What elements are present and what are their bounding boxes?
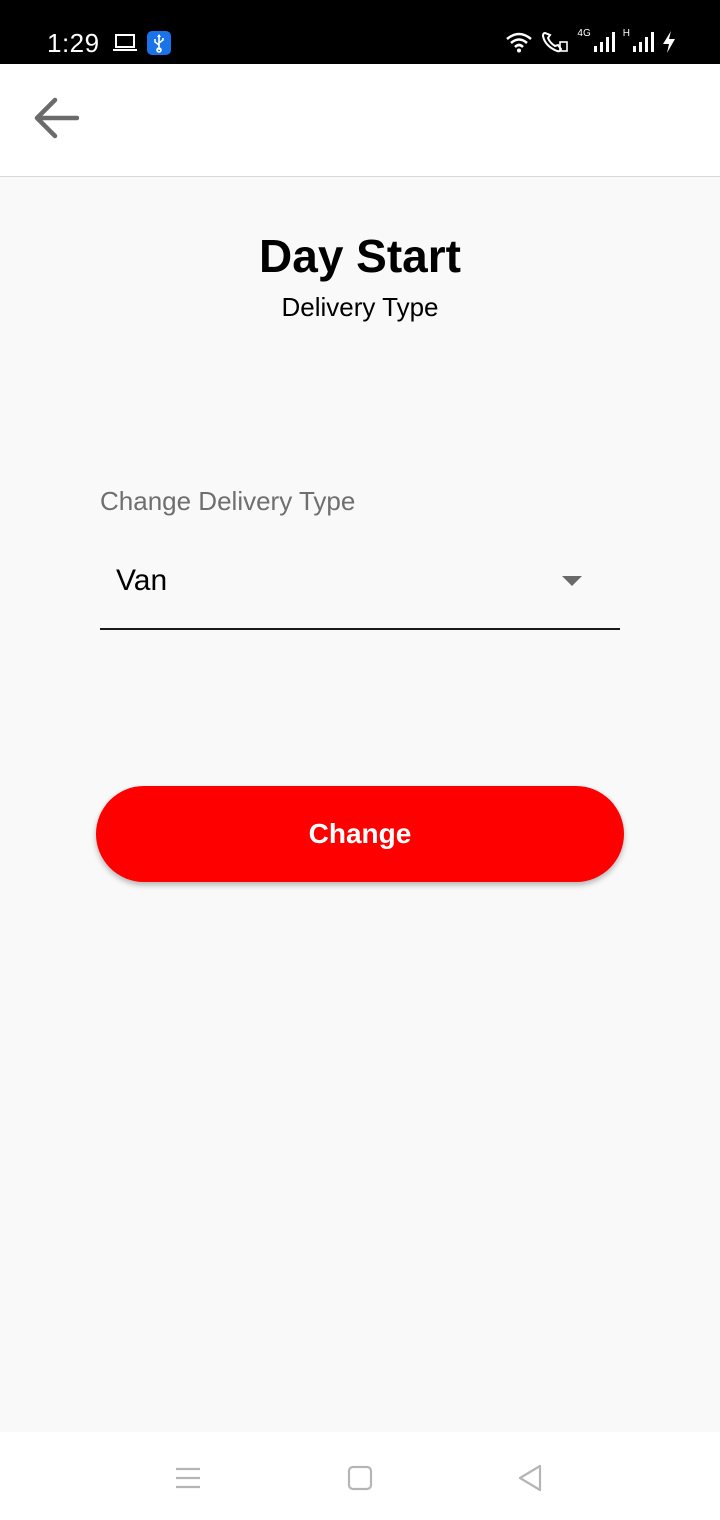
signal-icon-2 bbox=[632, 31, 654, 53]
app-bar bbox=[0, 64, 720, 177]
change-button[interactable]: Change bbox=[96, 786, 624, 882]
delivery-type-label: Change Delivery Type bbox=[100, 486, 356, 516]
page-title: Day Start bbox=[259, 230, 461, 282]
page-subtitle: Delivery Type bbox=[281, 292, 439, 322]
home-button[interactable] bbox=[340, 1460, 380, 1500]
menu-icon bbox=[174, 1466, 202, 1495]
caret-down-icon bbox=[562, 576, 582, 586]
navigation-bar bbox=[0, 1432, 720, 1520]
back-button[interactable] bbox=[28, 94, 84, 146]
charging-icon bbox=[662, 30, 676, 54]
back-triangle-icon bbox=[516, 1463, 544, 1498]
laptop-icon bbox=[112, 33, 138, 58]
menu-button[interactable] bbox=[168, 1460, 208, 1500]
delivery-type-dropdown[interactable]: Van bbox=[100, 548, 620, 630]
status-bar: 1:29 4G H bbox=[0, 0, 720, 64]
wifi-icon bbox=[505, 31, 533, 53]
network-type-label-2: H bbox=[622, 28, 630, 39]
delivery-type-value: Van bbox=[116, 564, 168, 597]
home-icon bbox=[347, 1465, 373, 1496]
network-type-label: 4G bbox=[577, 28, 591, 39]
call-icon bbox=[541, 30, 569, 54]
nav-back-button[interactable] bbox=[510, 1460, 550, 1500]
arrow-left-icon bbox=[33, 97, 80, 144]
signal-icon bbox=[593, 31, 615, 53]
usb-icon bbox=[147, 31, 171, 55]
status-icons: 4G H bbox=[505, 28, 676, 54]
status-time: 1:29 bbox=[47, 28, 100, 58]
